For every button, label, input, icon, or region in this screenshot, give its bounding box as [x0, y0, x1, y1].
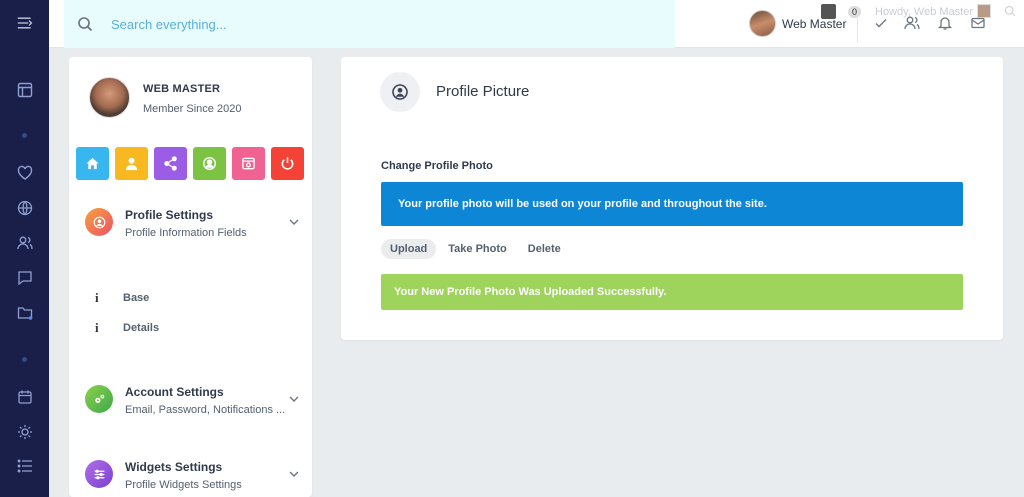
profile-name[interactable]: WEB MASTER — [143, 83, 220, 95]
section-subtitle: Email, Password, Notifications ... — [125, 404, 286, 416]
card-icon — [242, 157, 255, 170]
page-title: Profile Picture — [436, 83, 530, 100]
info-icon: i — [95, 290, 99, 305]
info-icon: i — [95, 320, 99, 335]
tab-delete[interactable]: Delete — [519, 239, 570, 259]
profile-avatar[interactable] — [89, 77, 130, 118]
members-icon[interactable] — [14, 232, 36, 254]
avatar[interactable] — [749, 10, 776, 37]
admin-bar-comment-icon[interactable] — [821, 4, 836, 19]
top-bar: Web Master 0 Howdy, Web Master — [49, 0, 1024, 48]
friends-icon[interactable] — [904, 15, 920, 31]
mail-icon[interactable] — [970, 15, 986, 31]
search-icon[interactable] — [77, 16, 93, 32]
left-rail — [0, 0, 49, 497]
profile-picture-icon-wrap — [380, 72, 420, 112]
rail-separator-dot — [22, 133, 27, 138]
home-icon — [86, 157, 99, 170]
photo-tabs: Upload Take Photo Delete — [381, 239, 573, 259]
profile-settings-icon — [85, 208, 113, 236]
chevron-down-icon[interactable] — [288, 216, 300, 228]
section-title[interactable]: Profile Settings — [125, 208, 213, 222]
chevron-down-icon[interactable] — [288, 468, 300, 480]
section-subtitle: Profile Widgets Settings — [125, 479, 242, 491]
calendar-icon[interactable] — [14, 386, 36, 408]
dashboard-icon[interactable] — [14, 79, 36, 101]
notification-count-badge: 0 — [848, 6, 862, 18]
admin-bar-search-icon[interactable] — [1004, 5, 1016, 17]
check-icon[interactable] — [873, 15, 889, 31]
tab-take-photo[interactable]: Take Photo — [439, 239, 515, 259]
member-since: Member Since 2020 — [143, 103, 242, 115]
widgets-settings-icon — [85, 460, 113, 488]
success-notice: Your New Profile Photo Was Uploaded Succ… — [381, 274, 963, 310]
rail-separator-dot — [22, 357, 27, 362]
menu-toggle-icon[interactable] — [14, 12, 36, 34]
list-icon[interactable] — [14, 455, 36, 477]
power-icon — [281, 157, 294, 170]
folder-icon[interactable] — [14, 302, 36, 324]
globe-icon[interactable] — [14, 197, 36, 219]
user-circle-icon — [392, 84, 408, 100]
logout-button[interactable] — [271, 147, 304, 180]
user-icon — [125, 157, 138, 171]
home-button[interactable] — [76, 147, 109, 180]
section-title[interactable]: Widgets Settings — [125, 460, 222, 474]
tab-upload[interactable]: Upload — [381, 239, 437, 259]
section-subtitle: Profile Information Fields — [125, 227, 247, 239]
profile-button[interactable] — [115, 147, 148, 180]
account-settings-icon — [85, 385, 113, 413]
chat-icon[interactable] — [14, 267, 36, 289]
avatar-icon — [202, 156, 217, 171]
sub-item-label[interactable]: Details — [123, 322, 159, 334]
search-bar[interactable] — [64, 0, 675, 48]
change-photo-label: Change Profile Photo — [381, 160, 493, 172]
cover-button[interactable] — [232, 147, 265, 180]
sub-item-details[interactable]: i Details — [95, 320, 159, 336]
share-button[interactable] — [154, 147, 187, 180]
sub-item-base[interactable]: i Base — [95, 290, 149, 306]
quick-actions — [76, 147, 304, 180]
profile-sidebar-card: WEB MASTER Member Since 2020 Profile Set… — [69, 57, 312, 497]
sub-item-label[interactable]: Base — [123, 292, 149, 304]
topbar-user-name[interactable]: Web Master — [782, 17, 846, 31]
search-input[interactable] — [111, 16, 591, 32]
howdy-greeting[interactable]: Howdy, Web Master — [875, 6, 973, 18]
topbar-divider — [857, 8, 858, 42]
info-notice: Your profile photo will be used on your … — [381, 182, 963, 226]
bell-icon[interactable] — [937, 15, 953, 31]
sun-icon[interactable] — [14, 421, 36, 443]
avatar-button[interactable] — [193, 147, 226, 180]
section-title[interactable]: Account Settings — [125, 385, 224, 399]
chevron-down-icon[interactable] — [288, 393, 300, 405]
share-icon — [164, 156, 177, 171]
heart-icon[interactable] — [14, 162, 36, 184]
profile-picture-card: Profile Picture Change Profile Photo You… — [341, 57, 1003, 340]
